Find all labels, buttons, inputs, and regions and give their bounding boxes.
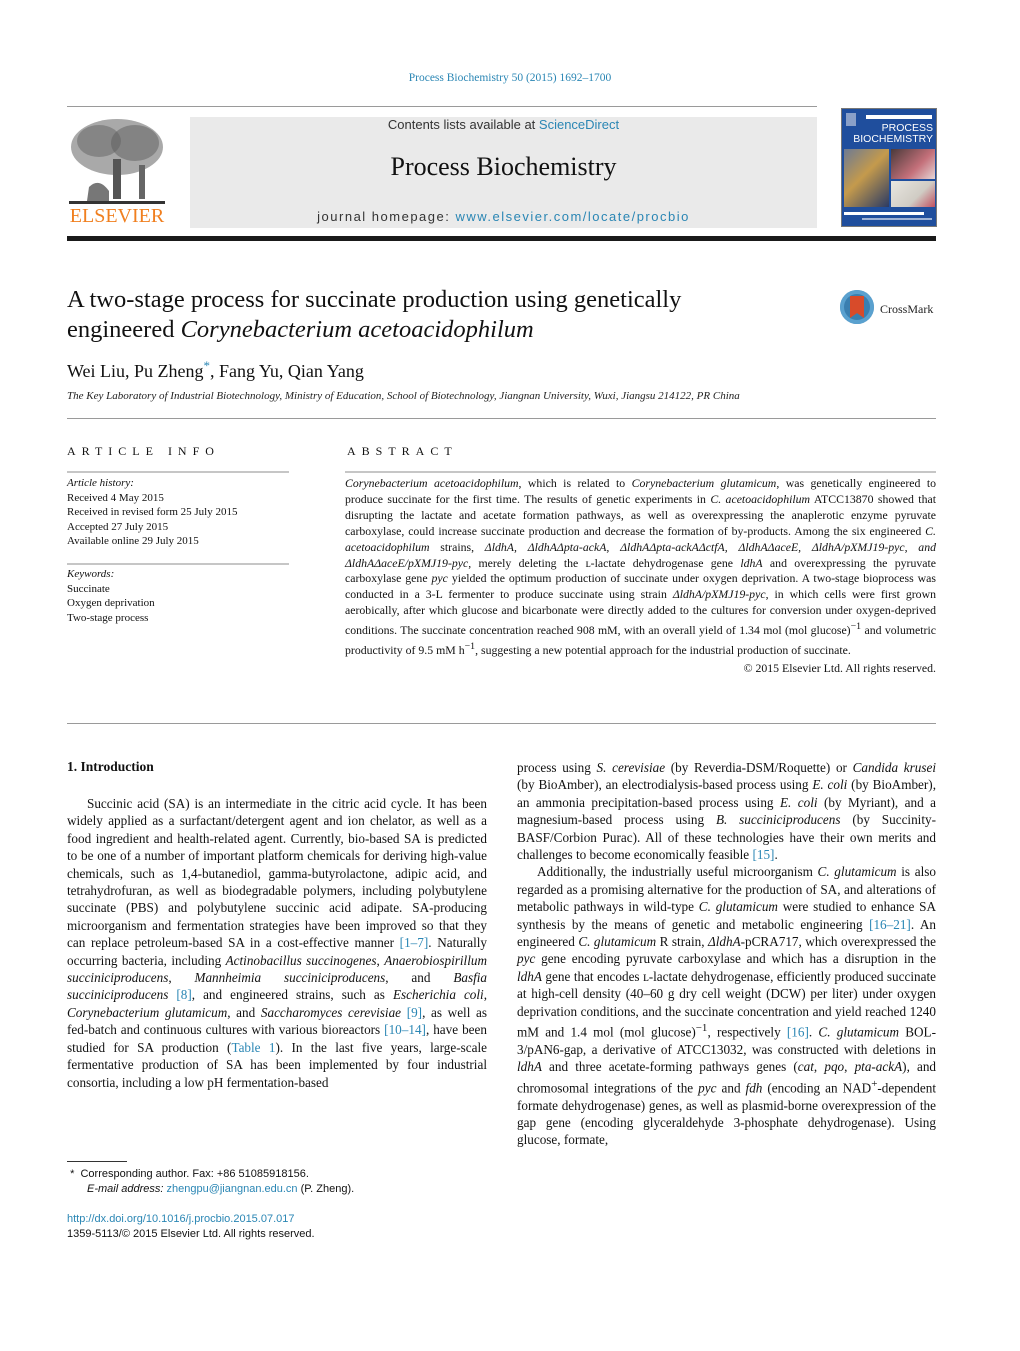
article-info-heading: ARTICLE INFO — [67, 444, 220, 458]
paragraph: process using S. cerevisiae (by Reverdia… — [517, 760, 936, 863]
elsevier-wordmark: ELSEVIER — [69, 205, 165, 227]
reference-link[interactable]: [16–21] — [869, 917, 911, 932]
cover-photo-pipette — [891, 149, 935, 179]
header-top-rule — [67, 106, 817, 107]
corresponding-author-note: * Corresponding author. Fax: +86 5108591… — [70, 1168, 309, 1180]
journal-title: Process Biochemistry — [390, 152, 617, 181]
paragraph: Additionally, the industrially useful mi… — [517, 864, 937, 1148]
elsevier-logo[interactable]: ELSEVIER — [67, 117, 167, 229]
reference-link[interactable]: [16] — [787, 1024, 809, 1039]
abstract-copyright: © 2015 Elsevier Ltd. All rights reserved… — [743, 660, 936, 675]
cover-photo-fermenter — [844, 149, 889, 207]
reference-link[interactable]: [1–7] — [400, 935, 429, 950]
title-species: Corynebacterium acetoacidophilum — [180, 316, 534, 343]
keyword-item: Succinate — [67, 582, 110, 595]
article-title: A two-stage process for succinate produc… — [67, 285, 827, 345]
cover-photo-plate — [891, 181, 935, 207]
homepage-prefix: journal homepage: — [317, 209, 456, 224]
homepage-link[interactable]: www.elsevier.com/locate/procbio — [455, 209, 689, 224]
doi-link[interactable]: http://dx.doi.org/10.1016/j.procbio.2015… — [67, 1213, 295, 1225]
history-item: Received 4 May 2015 — [67, 491, 164, 504]
header-bottom-rule — [67, 236, 936, 241]
title-text: engineered — [67, 316, 181, 343]
cover-title: PROCESS BIOCHEMISTRY — [853, 123, 933, 145]
footnotes: * Corresponding author. Fax: +86 5108591… — [67, 1167, 354, 1197]
body-column-left: Succinic acid (SA) is an intermediate in… — [67, 795, 487, 1091]
body-column-right: process using S. cerevisiae (by Reverdia… — [517, 759, 936, 1149]
section-heading-introduction: 1. Introduction — [67, 759, 154, 774]
keyword-item: Two-stage process — [67, 611, 149, 624]
authors-part-2: , Fang Yu, Qian Yang — [210, 361, 364, 381]
elsevier-tree-icon — [69, 117, 165, 205]
keywords-label: Keywords: — [67, 568, 115, 580]
divider — [67, 471, 289, 473]
history-item: Accepted 27 July 2015 — [67, 520, 169, 533]
cover-stripe — [862, 218, 932, 220]
author-list: Wei Liu, Pu Zheng*, Fang Yu, Qian Yang — [67, 358, 364, 382]
divider — [67, 418, 936, 419]
journal-citation-link[interactable]: Process Biochemistry 50 (2015) 1692–1700 — [0, 72, 1020, 84]
paragraph: Succinic acid (SA) is an intermediate in… — [67, 796, 488, 1090]
title-line-2: engineered Corynebacterium acetoacidophi… — [67, 315, 827, 345]
history-label: Article history: — [67, 477, 134, 489]
contents-prefix: Contents lists available at — [387, 117, 539, 132]
abstract-text: Corynebacterium acetoacidophilum, which … — [345, 476, 937, 657]
keywords: Keywords: Succinate Oxygen deprivation T… — [67, 567, 155, 625]
reference-link[interactable]: [10–14] — [384, 1022, 426, 1037]
cover-stripe — [844, 212, 924, 215]
sciencedirect-link[interactable]: ScienceDirect — [539, 117, 619, 132]
history-item: Received in revised form 25 July 2015 — [67, 506, 238, 519]
crossmark-label: CrossMark — [880, 302, 934, 316]
crossmark-button[interactable]: CrossMark — [840, 290, 940, 330]
email-link[interactable]: zhengpu@jiangnan.edu.cn — [166, 1183, 297, 1195]
reference-link[interactable]: [15] — [752, 847, 774, 862]
footnote-rule — [67, 1161, 127, 1162]
history-item: Available online 29 July 2015 — [67, 535, 199, 548]
keyword-item: Oxygen deprivation — [67, 597, 155, 610]
email-note: E-mail address: zhengpu@jiangnan.edu.cn … — [87, 1183, 355, 1195]
contents-line: Contents lists available at ScienceDirec… — [190, 117, 817, 132]
cover-title-line2: BIOCHEMISTRY — [853, 133, 933, 145]
divider — [345, 471, 936, 473]
doi-block: http://dx.doi.org/10.1016/j.procbio.2015… — [67, 1212, 315, 1242]
authors-part-1: Wei Liu, Pu Zheng — [67, 361, 204, 381]
divider — [67, 723, 936, 724]
abstract-heading: ABSTRACT — [347, 444, 458, 458]
table-link[interactable]: Table 1 — [231, 1040, 275, 1055]
title-line-1: A two-stage process for succinate produc… — [67, 286, 682, 313]
abstract-body: Corynebacterium acetoacidophilum, which … — [345, 476, 936, 677]
journal-cover-image[interactable]: PROCESS BIOCHEMISTRY — [841, 108, 937, 227]
article-history: Article history: Received 4 May 2015 Rec… — [67, 476, 237, 549]
cover-stripe — [866, 115, 932, 119]
issn-copyright: 1359-5113/© 2015 Elsevier Ltd. All right… — [67, 1228, 315, 1240]
reference-link[interactable]: [9] — [407, 1005, 422, 1020]
affiliation: The Key Laboratory of Industrial Biotech… — [67, 390, 740, 402]
journal-homepage: journal homepage: www.elsevier.com/locat… — [190, 209, 817, 224]
divider — [67, 563, 289, 565]
reference-link[interactable]: [8] — [176, 987, 191, 1002]
